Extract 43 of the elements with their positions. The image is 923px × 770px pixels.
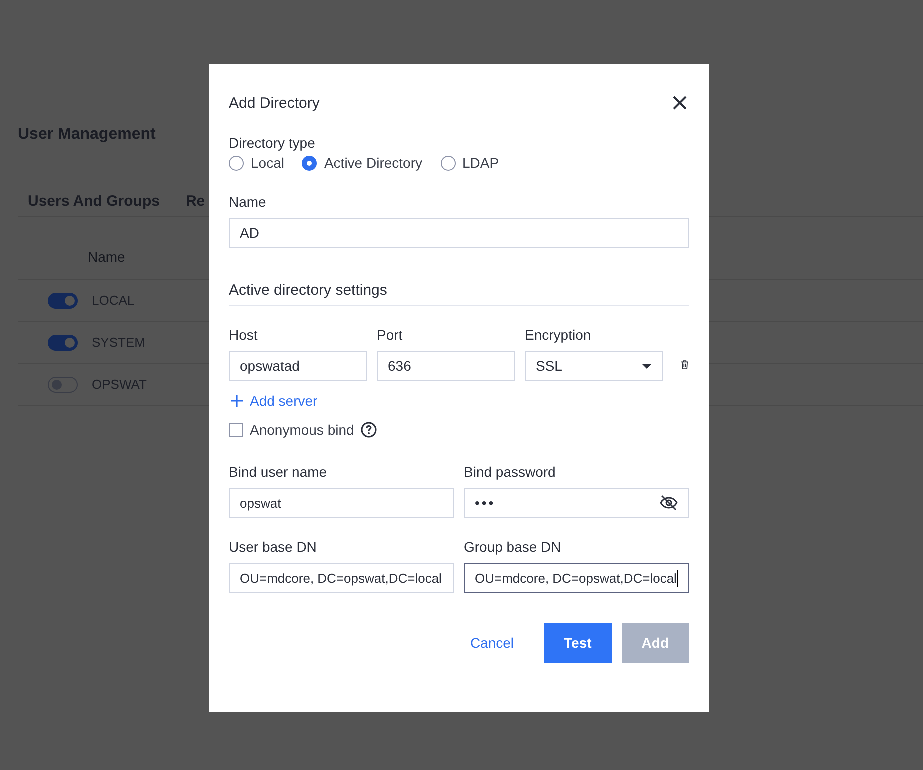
encryption-dropdown[interactable]: SSL — [525, 351, 663, 381]
field-label: Bind user name — [229, 464, 328, 480]
host-field[interactable]: opswatad — [229, 351, 367, 381]
help-icon[interactable] — [361, 422, 378, 438]
checkbox[interactable] — [229, 423, 243, 437]
toggle-switch[interactable] — [48, 292, 78, 308]
section-title: Active directory settings — [229, 282, 689, 306]
field-label: Bind password — [464, 464, 557, 480]
bind-user-field[interactable]: opswat — [229, 488, 454, 518]
radio-label: LDAP — [462, 155, 500, 171]
dialog-title: Add Directory — [229, 94, 320, 112]
toggle-switch[interactable] — [48, 334, 78, 350]
port-field[interactable]: 636 — [377, 351, 515, 381]
radio-button[interactable] — [302, 156, 318, 170]
password-field[interactable]: ••• — [464, 488, 689, 518]
field-label: Port — [377, 327, 404, 343]
page-title: User Management — [18, 126, 157, 144]
field-label: Name — [229, 194, 268, 210]
eye-slash-icon[interactable] — [660, 495, 678, 511]
column-header: Name — [88, 249, 126, 265]
checkbox-label: Anonymous bind — [250, 422, 354, 438]
add-server-link[interactable]: Add server — [229, 393, 318, 409]
table-cell: LOCAL — [92, 293, 135, 308]
field-label: Host — [229, 327, 259, 343]
field-label: Directory type — [229, 135, 316, 151]
plus-icon — [231, 395, 243, 407]
field-label: Encryption — [525, 327, 592, 343]
radio-button[interactable] — [440, 156, 456, 170]
close-icon[interactable] — [673, 96, 687, 110]
dialog-button[interactable]: Test — [544, 623, 612, 663]
table-cell: SYSTEM — [92, 335, 146, 350]
user-base-dn-field[interactable]: OU=mdcore, DC=opswat,DC=local — [229, 563, 454, 593]
caret-icon — [642, 364, 652, 368]
cancel-link[interactable]: Cancel — [450, 623, 534, 663]
name-field[interactable]: AD — [229, 218, 689, 248]
table-cell: OPSWAT — [92, 377, 147, 392]
radio-button[interactable] — [229, 156, 244, 170]
field-label: Group base DN — [464, 539, 562, 555]
field-label: User base DN — [229, 539, 318, 555]
radio-label: Active Directory — [324, 155, 422, 171]
toggle-switch[interactable] — [48, 376, 78, 392]
group-base-dn-field[interactable]: OU=mdcore, DC=opswat,DC=local — [464, 563, 689, 593]
radio-label: Local — [251, 155, 284, 171]
